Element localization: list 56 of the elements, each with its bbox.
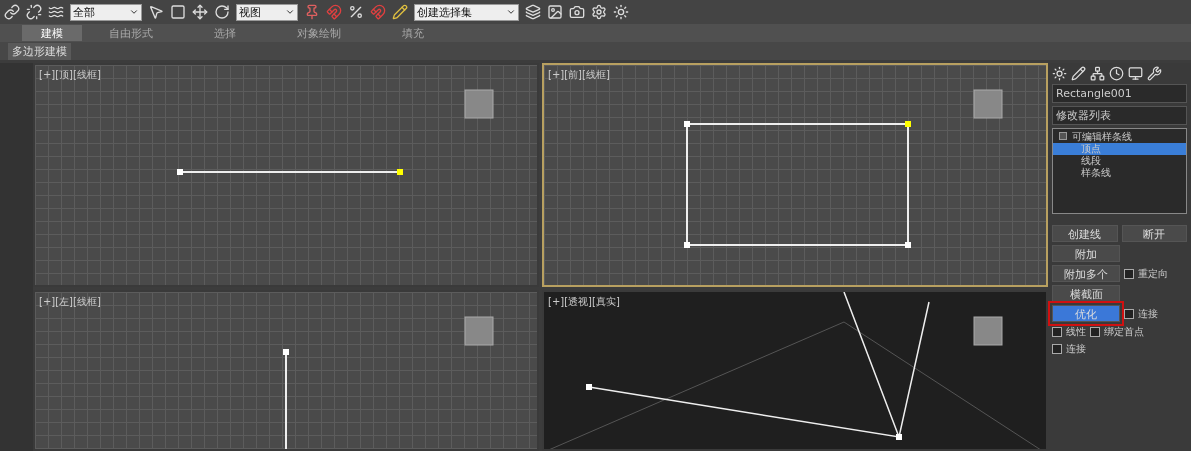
pin-icon[interactable] xyxy=(304,4,320,20)
panel-tab-icon[interactable] xyxy=(1052,66,1067,81)
viewport-label[interactable]: [+][顶][线框] xyxy=(39,68,101,82)
stack-item[interactable]: 样条线 xyxy=(1053,167,1186,179)
toolbar-icon[interactable] xyxy=(48,4,64,20)
chevron-down-icon[interactable] xyxy=(506,7,516,17)
toolbar-icon[interactable] xyxy=(547,4,563,20)
viewport[interactable]: [+][顶][线框] xyxy=(33,63,539,287)
viewport-label[interactable]: [+][前][线框] xyxy=(548,68,610,82)
panel-tab-icon[interactable] xyxy=(1109,66,1124,81)
chevron-down-icon[interactable] xyxy=(129,7,139,17)
command-button[interactable]: 断开 xyxy=(1121,225,1187,242)
pointer-icon[interactable] xyxy=(148,4,164,20)
square-icon[interactable] xyxy=(170,4,186,20)
checkbox[interactable]: 线性 xyxy=(1052,325,1086,339)
checkbox[interactable]: 绑定首点 xyxy=(1090,325,1144,339)
coordinate-dropdown[interactable]: 视图 xyxy=(236,3,298,21)
panel-label: 多边形建模 xyxy=(8,42,71,60)
viewport-label[interactable]: [+][左][线框] xyxy=(39,295,101,309)
selection-filter-dropdown[interactable]: 全部 xyxy=(70,3,142,21)
viewport[interactable]: [+][透视][真实] xyxy=(542,290,1048,451)
pencil-icon[interactable] xyxy=(392,4,408,20)
panel-tab-icon[interactable] xyxy=(1090,66,1105,81)
toolbar-icon[interactable] xyxy=(569,4,585,20)
object-name-field[interactable]: Rectangle001 xyxy=(1052,84,1187,103)
ribbon-tab[interactable]: 建模 xyxy=(22,25,82,41)
command-button[interactable]: 附加多个 xyxy=(1052,265,1120,282)
move-icon[interactable] xyxy=(192,4,208,20)
panel-tab-icon[interactable] xyxy=(1128,66,1143,81)
panel-tab-icon[interactable] xyxy=(1147,66,1162,81)
toolbar-icon[interactable] xyxy=(613,4,629,20)
command-button[interactable]: 附加 xyxy=(1052,245,1120,262)
ribbon-tab[interactable]: 选择 xyxy=(180,25,270,41)
toolbar-icon[interactable] xyxy=(26,4,42,20)
checkbox[interactable]: 连接 xyxy=(1124,306,1158,321)
viewport-label[interactable]: [+][透视][真实] xyxy=(548,295,620,309)
toolbar-icon[interactable] xyxy=(591,4,607,20)
toolbar-icon[interactable] xyxy=(4,4,20,20)
checkbox[interactable]: 连接 xyxy=(1052,342,1086,356)
command-button[interactable]: 创建线 xyxy=(1052,225,1118,242)
stack-item[interactable]: 可编辑样条线 xyxy=(1053,131,1186,143)
selection-set-dropdown[interactable]: 创建选择集 xyxy=(414,3,519,21)
collapse-toggle-icon[interactable] xyxy=(1059,132,1067,140)
viewport[interactable]: [+][前][线框] xyxy=(542,63,1048,287)
toolbar-icon[interactable] xyxy=(525,4,541,20)
modifier-list-dropdown[interactable]: 修改器列表 xyxy=(1052,106,1187,125)
rotate-icon[interactable] xyxy=(214,4,230,20)
percent-icon[interactable] xyxy=(348,4,364,20)
ribbon-tab[interactable]: 对象绘制 xyxy=(274,25,364,41)
checkbox[interactable]: 重定向 xyxy=(1124,266,1168,281)
panel-tab-icon[interactable] xyxy=(1071,66,1086,81)
stack-item[interactable]: 线段 xyxy=(1053,155,1186,167)
ribbon-tab[interactable]: 自由形式 xyxy=(86,25,176,41)
ribbon-tab[interactable]: 填充 xyxy=(368,25,458,41)
viewport[interactable]: [+][左][线框] xyxy=(33,290,539,451)
chevron-down-icon[interactable] xyxy=(285,7,295,17)
